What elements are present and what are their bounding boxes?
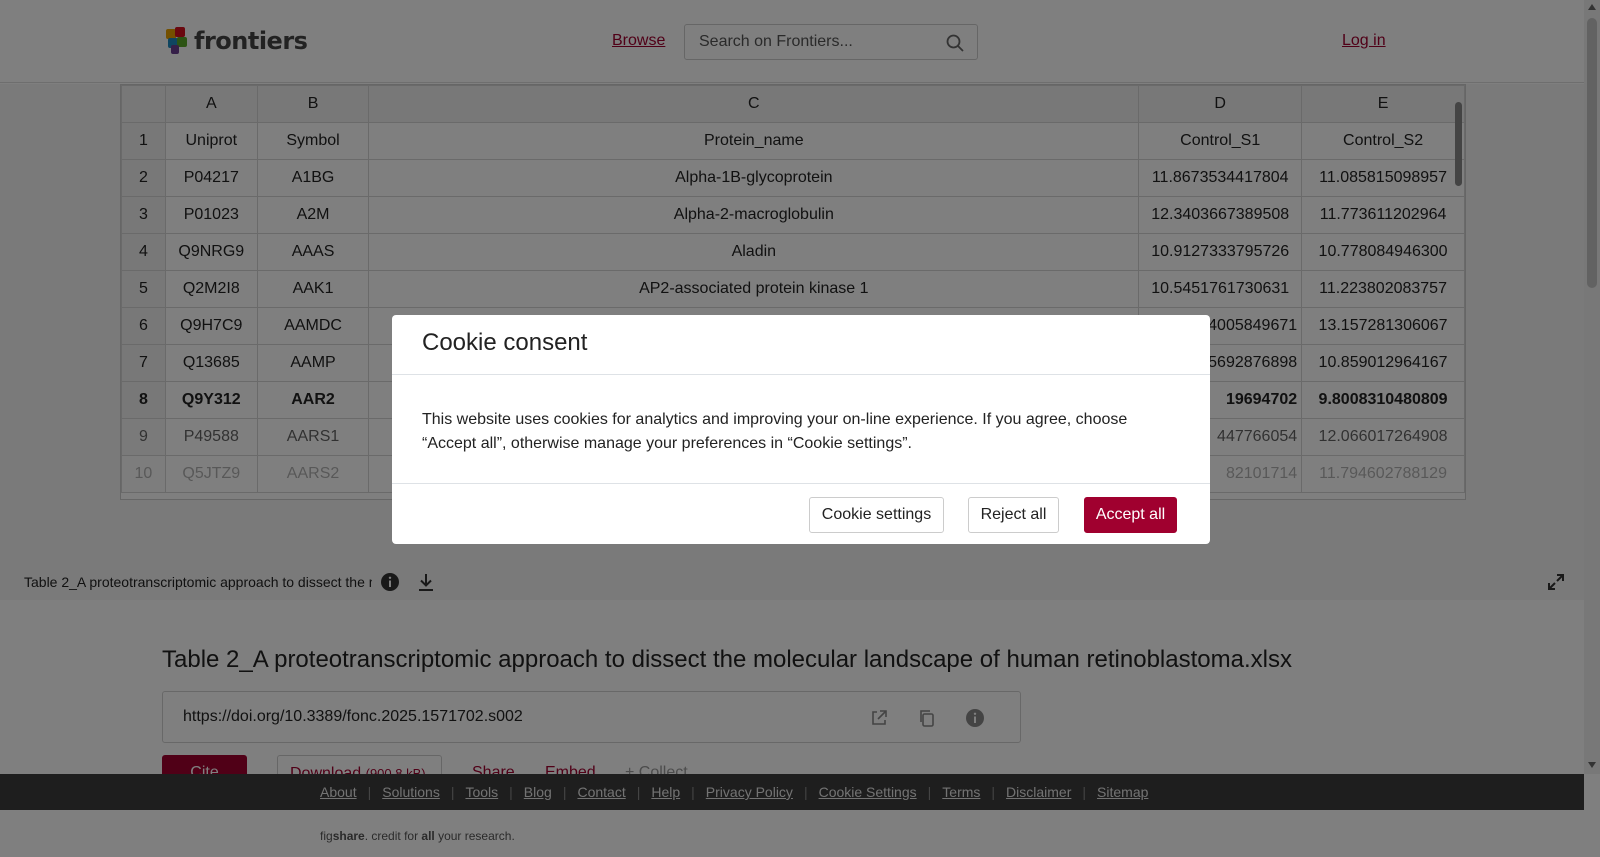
cookie-consent-dialog: Cookie consent This website uses cookies… bbox=[392, 315, 1210, 544]
cookie-dialog-body: This website uses cookies for analytics … bbox=[422, 411, 1128, 452]
cookie-settings-button[interactable]: Cookie settings bbox=[809, 497, 944, 533]
divider bbox=[392, 483, 1210, 484]
reject-all-button[interactable]: Reject all bbox=[968, 497, 1059, 533]
cookie-dialog-title: Cookie consent bbox=[422, 329, 588, 356]
divider bbox=[392, 374, 1210, 375]
accept-all-button[interactable]: Accept all bbox=[1084, 497, 1177, 533]
